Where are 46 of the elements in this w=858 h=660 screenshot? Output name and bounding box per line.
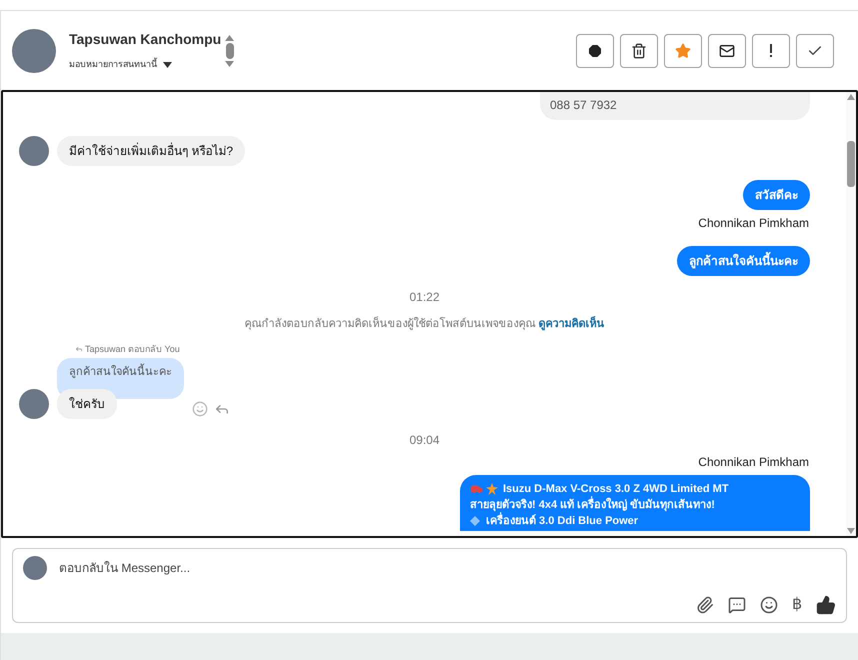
timestamp: 09:04 <box>409 432 440 448</box>
message-bubble: ใช่ครับ <box>57 388 117 418</box>
message-line: สายลุยตัวจริง! 4x4 แท้ เครื่องใหญ่ ขับมันทุกเส้นทาง! <box>470 496 800 512</box>
assign-dropdown[interactable]: มอบหมายการสนทนานี้ <box>69 58 222 72</box>
scrollbar[interactable] <box>846 92 856 536</box>
view-comment-link[interactable]: ดูความคิดเห็น <box>538 318 605 330</box>
timestamp: 01:22 <box>409 289 440 306</box>
message-bubble: ลูกค้าสนใจคันนี้นะคะ <box>677 246 810 276</box>
reply-notice: คุณกำลังตอบกลับความคิดเห็นของผู้ใช้ต่อโพสต์บนเพจของคุณ ดูความคิดเห็น <box>244 316 605 332</box>
message-bubble: มีค่าใช้จ่ายเพิ่มเติมอื่นๆ หรือไม่? <box>57 136 246 166</box>
message-bubble: 088 57 7932 <box>540 92 810 120</box>
message-input[interactable]: ตอบกลับใน Messenger... <box>59 559 836 577</box>
scrollbar-thumb[interactable] <box>226 42 234 58</box>
chat-bubble-icon[interactable] <box>728 596 746 614</box>
scroll-control[interactable] <box>225 34 234 66</box>
caret-icon <box>163 62 172 68</box>
reply-label: Tapsuwan ตอบกลับ You <box>85 342 180 356</box>
sender-name: Chonnikan Pimkham <box>698 454 809 470</box>
exclamation-icon <box>769 44 773 58</box>
paperclip-icon[interactable] <box>696 596 714 614</box>
trash-icon <box>631 42 647 58</box>
smiley-icon[interactable] <box>760 596 778 614</box>
reply-composer[interactable]: ตอบกลับใน Messenger... ฿ <box>12 548 847 623</box>
toolbar-button[interactable] <box>708 34 746 68</box>
up-arrow-icon[interactable] <box>225 34 234 40</box>
baht-icon[interactable]: ฿ <box>792 597 802 613</box>
reply-arrow-icon <box>75 345 83 354</box>
quoted-message: ลูกค้าสนใจคันนี้นะคะ <box>57 358 184 398</box>
message-line: Isuzu D-Max V-Cross 3.0 Z 4WD Limited MT <box>503 482 729 496</box>
sender-name: Chonnikan Pimkham <box>698 215 809 232</box>
message-bubble: สวัสดีคะ <box>743 180 810 210</box>
thumbs-up-icon[interactable] <box>816 595 836 615</box>
avatar-photo <box>23 556 47 580</box>
envelope-icon <box>719 42 735 58</box>
avatar-photo <box>19 388 49 418</box>
down-arrow-icon[interactable] <box>225 60 234 66</box>
up-arrow-icon[interactable] <box>847 94 855 100</box>
avatar-photo <box>12 28 56 72</box>
diamond-icon <box>470 516 480 526</box>
toolbar-button[interactable] <box>620 34 658 68</box>
scrollbar-thumb[interactable] <box>847 141 855 187</box>
down-arrow-icon[interactable] <box>847 528 855 534</box>
message-line: เครื่องยนต์ 3.0 Ddi Blue Power <box>486 512 638 528</box>
contact-name: Tapsuwan Kanchompu <box>69 30 222 50</box>
toolbar-button[interactable] <box>576 34 614 68</box>
avatar-photo <box>19 136 49 166</box>
